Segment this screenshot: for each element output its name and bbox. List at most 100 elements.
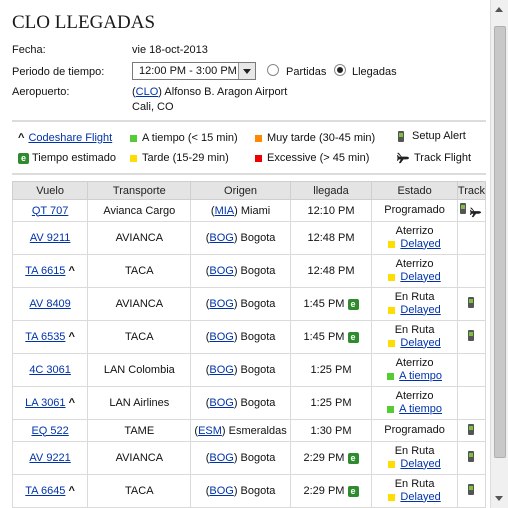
- status-swatch: [388, 460, 396, 468]
- flight-link[interactable]: AV 9221: [29, 452, 70, 464]
- table-row: EQ 522 TAME (ESM) Esmeraldas 1:30 PM Program…: [11, 419, 487, 442]
- codeshare-link[interactable]: Codeshare Flight: [28, 132, 112, 144]
- scroll-up-icon[interactable]: [492, 2, 507, 17]
- phone-icon: [398, 130, 404, 142]
- estimated-icon: e: [347, 332, 359, 343]
- table-row: TA 6645 ^ TACA (BOG) Bogota 2:29 PM e En Rut…: [11, 474, 487, 508]
- flight-cell: AV 8409: [11, 287, 89, 321]
- origin-code-link[interactable]: BOG: [209, 452, 233, 464]
- status-swatch: [388, 306, 396, 314]
- status-link[interactable]: Delayed: [400, 337, 440, 350]
- vertical-scrollbar[interactable]: [490, 0, 508, 508]
- phone-icon[interactable]: [468, 423, 475, 435]
- plane-icon[interactable]: [469, 206, 483, 218]
- arrival-time: 2:29 PM: [303, 452, 345, 464]
- arrivals-label[interactable]: Llegadas: [352, 66, 397, 78]
- status-cell: En Ruta Delayed: [371, 474, 458, 508]
- airport-city: Cali, CO: [132, 101, 174, 113]
- origin-code-link[interactable]: BOG: [209, 331, 233, 343]
- carrier-cell: TACA: [87, 320, 192, 354]
- phone-icon[interactable]: [468, 330, 475, 341]
- legend-excessive: Excessive (> 45 min): [255, 152, 369, 164]
- arrival-time: 1:45 PM: [303, 331, 345, 343]
- origin-code-link[interactable]: BOG: [209, 485, 233, 497]
- flight-link[interactable]: LA 3061: [25, 397, 65, 409]
- flight-link[interactable]: TA 6645: [25, 485, 65, 497]
- track-cell: [456, 221, 487, 255]
- flight-cell: LA 3061 ^: [11, 386, 89, 420]
- origin-city: Bogota: [240, 397, 276, 409]
- estimated-label: Tiempo estimado: [32, 152, 116, 164]
- late-label: Tarde (15-29 min): [142, 152, 229, 164]
- col-header-track: Track: [456, 181, 487, 200]
- legend-estimated: e Tiempo estimado: [18, 152, 116, 164]
- origin-code-link[interactable]: BOG: [209, 364, 233, 376]
- track-cell: [456, 441, 487, 475]
- arrivals-radio[interactable]: [334, 64, 346, 76]
- origin-code-link[interactable]: ESM: [198, 425, 222, 437]
- excessive-label: Excessive (> 45 min): [267, 152, 370, 164]
- col-header-carrier: Transporte: [87, 181, 192, 200]
- flight-cell: AV 9221: [11, 441, 89, 475]
- status-text: Aterrizo: [395, 224, 434, 237]
- scrollbar-thumb[interactable]: [494, 26, 506, 458]
- phone-icon[interactable]: [468, 451, 475, 462]
- flight-link[interactable]: AV 9211: [30, 232, 71, 244]
- flight-cell: TA 6535 ^: [11, 320, 89, 354]
- status-link[interactable]: Delayed: [400, 304, 440, 317]
- legend-setup-alert[interactable]: Setup Alert: [398, 130, 466, 142]
- arrival-cell: 1:25 PM: [289, 353, 373, 387]
- status-cell: Programado: [371, 419, 458, 442]
- table-row: TA 6615 ^ TACA (BOG) Bogota 12:48 PM Aterriz…: [11, 254, 487, 288]
- phone-icon[interactable]: [468, 484, 475, 495]
- phone-icon[interactable]: [468, 297, 475, 308]
- arrival-time: 1:30 PM: [310, 424, 352, 437]
- airport-code-link[interactable]: CLO: [136, 86, 159, 98]
- departures-label[interactable]: Partidas: [286, 66, 326, 78]
- flight-link[interactable]: EQ 522: [31, 425, 68, 437]
- status-link[interactable]: Delayed: [400, 271, 440, 284]
- flight-cell: AV 9211: [11, 221, 89, 255]
- status-link[interactable]: A tiempo: [399, 403, 442, 416]
- origin-cell: (BOG) Bogota: [190, 254, 291, 288]
- origin-code-link[interactable]: BOG: [209, 265, 233, 277]
- chevron-down-icon[interactable]: [238, 63, 255, 79]
- legend-track-flight[interactable]: Track Flight: [396, 151, 471, 164]
- status-text: Aterrizo: [395, 389, 434, 402]
- status-link[interactable]: Delayed: [400, 238, 440, 251]
- phone-icon[interactable]: [459, 203, 466, 215]
- track-flight-label: Track Flight: [414, 151, 472, 164]
- airport-label: Aeropuerto:: [12, 86, 70, 98]
- period-select[interactable]: 12:00 PM - 3:00 PM: [132, 62, 256, 80]
- arrivals-page: CLO LLEGADAS Fecha: vie 18-oct-2013 Peri…: [0, 0, 490, 508]
- flight-link[interactable]: TA 6615: [25, 265, 65, 277]
- divider: [12, 120, 486, 122]
- origin-code-link[interactable]: BOG: [209, 298, 233, 310]
- origin-cell: (BOG) Bogota: [190, 386, 291, 420]
- col-header-origin: Origen: [190, 181, 291, 200]
- track-cell: [456, 419, 487, 442]
- status-cell: Programado: [371, 199, 458, 222]
- date-value: vie 18-oct-2013: [132, 44, 208, 56]
- status-link[interactable]: Delayed: [400, 491, 440, 504]
- origin-code-link[interactable]: BOG: [209, 397, 233, 409]
- origin-code-link[interactable]: MIA: [215, 205, 235, 217]
- table-row: AV 8409 AVIANCA (BOG) Bogota 1:45 PM e En Ru…: [11, 287, 487, 321]
- legend-on-time: A tiempo (< 15 min): [130, 132, 238, 144]
- origin-code-link[interactable]: BOG: [209, 232, 233, 244]
- flight-link[interactable]: QT 707: [32, 205, 69, 217]
- divider: [12, 173, 486, 175]
- col-header-flight: Vuelo: [11, 181, 89, 200]
- scroll-down-icon[interactable]: [492, 491, 507, 506]
- arrival-cell: 1:30 PM: [289, 419, 373, 442]
- plane-icon: [397, 152, 410, 164]
- status-link[interactable]: A tiempo: [399, 370, 442, 383]
- flight-link[interactable]: AV 8409: [29, 298, 70, 310]
- flight-link[interactable]: TA 6535: [25, 331, 65, 343]
- status-text: En Ruta: [394, 444, 435, 457]
- departures-radio[interactable]: [267, 64, 279, 76]
- airport-name: Alfonso B. Aragon Airport: [164, 86, 288, 98]
- status-link[interactable]: Delayed: [400, 458, 440, 471]
- flight-link[interactable]: 4C 3061: [29, 364, 71, 376]
- arrival-cell: 2:29 PM e: [289, 474, 373, 508]
